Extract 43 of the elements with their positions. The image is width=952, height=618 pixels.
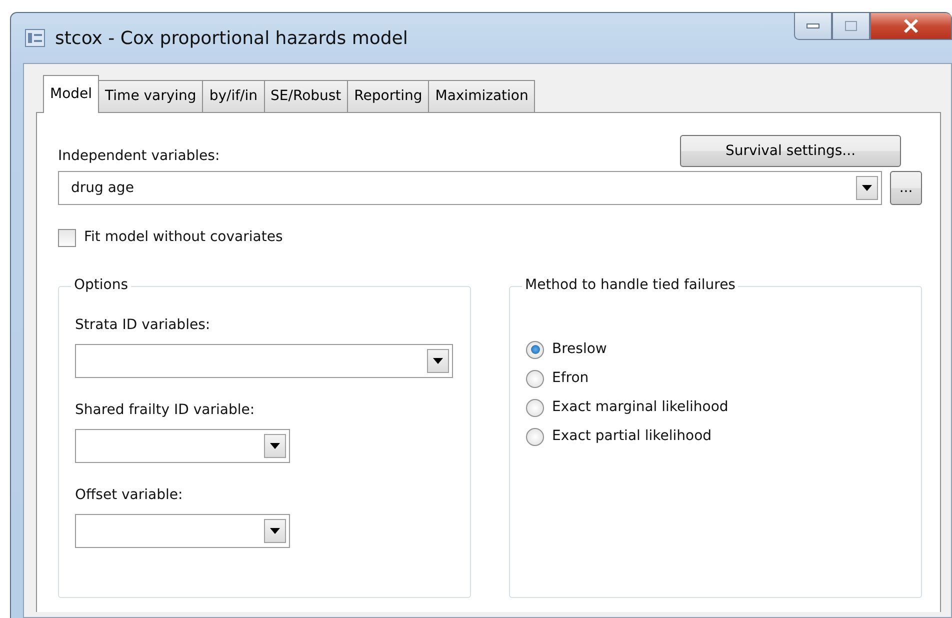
caret-icon bbox=[270, 443, 280, 449]
field-label: Strata ID variables: bbox=[75, 316, 212, 335]
checkbox-label: Fit model without covariates bbox=[84, 228, 283, 247]
window-icon bbox=[25, 29, 45, 47]
close-button[interactable] bbox=[870, 13, 952, 40]
window-title: stcox - Cox proportional hazards model bbox=[55, 26, 408, 50]
radio-label: Efron bbox=[552, 369, 589, 388]
radio-label: Breslow bbox=[552, 340, 607, 359]
radio-button[interactable] bbox=[526, 340, 544, 358]
radio-button[interactable] bbox=[526, 398, 544, 416]
dropdown-field[interactable] bbox=[75, 429, 290, 463]
caret-icon bbox=[862, 185, 872, 191]
tab[interactable]: Maximization bbox=[428, 80, 536, 112]
tab[interactable]: by/if/in bbox=[202, 80, 265, 112]
field-label: Independent variables: bbox=[58, 147, 220, 166]
dropdown-field[interactable] bbox=[75, 344, 453, 378]
survival-settings-button[interactable]: Survival settings... bbox=[680, 135, 901, 167]
radio-button[interactable] bbox=[526, 428, 544, 446]
radio-button[interactable] bbox=[526, 370, 544, 388]
tab[interactable]: Model bbox=[43, 75, 100, 113]
dropdown-button[interactable] bbox=[264, 434, 286, 458]
browse-button[interactable]: ... bbox=[890, 171, 922, 205]
field-label: Shared frailty ID variable: bbox=[75, 401, 256, 420]
minimize-icon bbox=[806, 23, 820, 29]
dropdown-field[interactable] bbox=[75, 514, 290, 548]
dropdown-button[interactable] bbox=[427, 349, 449, 373]
field-value: drug age bbox=[71, 178, 134, 198]
minimize-button[interactable] bbox=[794, 13, 832, 40]
radio-label: Exact marginal likelihood bbox=[552, 398, 728, 417]
tab[interactable]: Time varying bbox=[98, 80, 204, 112]
caret-icon bbox=[433, 358, 443, 364]
field-label: Offset variable: bbox=[75, 486, 184, 505]
caret-icon bbox=[270, 528, 280, 534]
tab[interactable]: Reporting bbox=[347, 80, 430, 112]
dropdown-button[interactable] bbox=[264, 519, 286, 543]
close-icon bbox=[902, 18, 920, 34]
tab[interactable]: SE/Robust bbox=[264, 80, 348, 112]
maximize-button[interactable] bbox=[832, 13, 870, 40]
maximize-icon bbox=[844, 20, 858, 32]
checkbox[interactable] bbox=[58, 228, 76, 246]
radio-label: Exact partial likelihood bbox=[552, 427, 712, 446]
dropdown-button[interactable] bbox=[856, 176, 878, 200]
independent-variables-combobox[interactable]: drug age bbox=[58, 171, 882, 205]
